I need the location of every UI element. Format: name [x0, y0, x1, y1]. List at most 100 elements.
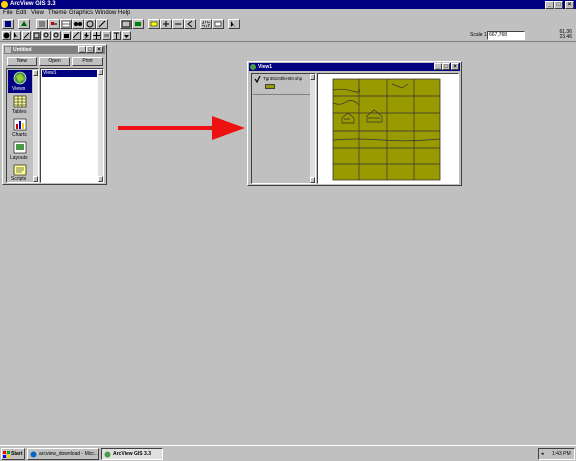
- project-print-button[interactable]: Print: [72, 57, 103, 66]
- taskbar-item-arcview[interactable]: ArcView GIS 3.3: [101, 448, 163, 460]
- pointer-tool[interactable]: [12, 31, 21, 40]
- document-list-item-view1[interactable]: View1: [42, 70, 97, 77]
- add-theme-button[interactable]: [18, 19, 30, 29]
- doc-type-scroll-up[interactable]: [33, 70, 38, 76]
- vertex-edit-tool[interactable]: [22, 31, 31, 40]
- menu-edit[interactable]: Edit: [16, 9, 26, 18]
- maximize-icon[interactable]: □: [554, 1, 563, 9]
- menu-help[interactable]: Help: [118, 9, 130, 18]
- area-of-interest-tool[interactable]: [92, 31, 101, 40]
- label-tool[interactable]: [102, 31, 111, 40]
- view-table-of-contents: Tgr38103lkH00.shp: [251, 73, 316, 184]
- toc-scrollbar[interactable]: [310, 74, 315, 183]
- theme-entry[interactable]: Tgr38103lkH00.shp: [253, 75, 310, 93]
- document-list-scrollbar[interactable]: [98, 69, 103, 182]
- project-minimize-icon[interactable]: _: [78, 46, 86, 53]
- text-icon: [114, 32, 119, 39]
- pan-tool[interactable]: [62, 31, 71, 40]
- help-button[interactable]: [228, 19, 240, 29]
- view-close-icon[interactable]: ×: [451, 63, 459, 70]
- tray-icon[interactable]: ◂: [541, 449, 544, 459]
- project-new-button[interactable]: New: [7, 57, 37, 66]
- menu-window[interactable]: Window: [95, 9, 116, 18]
- query-builder-button[interactable]: [96, 19, 108, 29]
- dropdown-arrow-icon: [124, 35, 129, 38]
- document-list-scroll-up[interactable]: [98, 69, 103, 75]
- add-theme-icon: [21, 21, 27, 26]
- doc-type-layouts[interactable]: Layouts: [8, 140, 32, 162]
- tables-icon: [13, 95, 27, 108]
- doc-type-views[interactable]: Views: [8, 70, 32, 93]
- project-maximize-icon[interactable]: □: [86, 46, 94, 53]
- doc-type-layouts-label: Layouts: [10, 155, 28, 161]
- menu-file[interactable]: File: [3, 9, 13, 18]
- doc-type-scripts[interactable]: Scripts: [8, 163, 32, 183]
- magnify-plus-icon: [43, 32, 49, 38]
- zoom-in-icon: [163, 21, 169, 27]
- select-feature-tool[interactable]: [32, 31, 41, 40]
- project-open-label: Open: [48, 58, 61, 64]
- save-button[interactable]: [2, 19, 14, 29]
- coordinate-readout: 61.36 23.46: [550, 30, 572, 41]
- select-icon: [33, 32, 40, 39]
- minimize-icon[interactable]: _: [545, 1, 554, 9]
- zoom-full-button[interactable]: [120, 19, 132, 29]
- zoom-out-button[interactable]: [172, 19, 184, 29]
- crosshair-icon: [93, 32, 100, 39]
- system-tray: ◂ 1:43 PM: [538, 448, 575, 460]
- menu-view[interactable]: View: [31, 9, 44, 18]
- hotlink-tool[interactable]: [82, 31, 91, 40]
- open-table-button[interactable]: [60, 19, 72, 29]
- doc-type-scroll-down[interactable]: [33, 176, 38, 182]
- document-list-scroll-down[interactable]: [98, 176, 103, 182]
- measure-tool[interactable]: [72, 31, 81, 40]
- start-button[interactable]: Start: [1, 448, 25, 460]
- toc-scroll-up[interactable]: [310, 74, 315, 80]
- arcview-icon: [104, 451, 111, 458]
- close-icon[interactable]: ×: [565, 1, 574, 9]
- map-display[interactable]: [317, 73, 459, 184]
- clear-selection-button[interactable]: [212, 19, 224, 29]
- label-icon: [104, 34, 109, 37]
- zoom-out-icon: [175, 23, 181, 25]
- project-close-icon[interactable]: ×: [95, 46, 103, 53]
- zoom-out-tool[interactable]: [52, 31, 61, 40]
- theme-properties-button[interactable]: [36, 19, 48, 29]
- tool-bar: Scale 1: 667,768 61.36 23.46: [0, 30, 576, 41]
- text-tool[interactable]: [112, 31, 121, 40]
- locate-address-button[interactable]: [84, 19, 96, 29]
- draw-tool-dropdown[interactable]: [122, 31, 131, 40]
- zoom-selected-button[interactable]: [148, 19, 160, 29]
- toolbar-divider: [0, 41, 576, 42]
- view-minimize-icon[interactable]: _: [434, 63, 442, 70]
- doc-type-charts[interactable]: Charts: [8, 117, 32, 139]
- view-window-icon: [250, 64, 256, 70]
- toc-scroll-down[interactable]: [310, 177, 315, 183]
- taskbar-item-browser[interactable]: arcview_download - Micr...: [27, 448, 99, 460]
- view-title: View1: [258, 64, 273, 70]
- zoom-in-tool[interactable]: [42, 31, 51, 40]
- menu-graphics[interactable]: Graphics: [69, 9, 93, 18]
- doc-type-tables[interactable]: Tables: [8, 94, 32, 116]
- browser-icon: [30, 451, 37, 458]
- select-features-button[interactable]: [200, 19, 212, 29]
- view-maximize-icon[interactable]: □: [442, 63, 450, 70]
- doc-type-charts-label: Charts: [12, 132, 27, 138]
- menu-theme[interactable]: Theme: [48, 9, 67, 18]
- view-title-bar: View1 _ □ ×: [249, 63, 460, 71]
- project-new-label: New: [16, 58, 27, 64]
- scale-input[interactable]: 667,768: [487, 31, 525, 40]
- zoom-active-icon: [135, 22, 141, 26]
- find-button[interactable]: [72, 19, 84, 29]
- app-title: ArcView GIS 3.3: [10, 1, 56, 7]
- zoom-active-button[interactable]: [132, 19, 144, 29]
- zoom-previous-button[interactable]: [184, 19, 196, 29]
- project-open-button[interactable]: Open: [39, 57, 70, 66]
- identify-tool[interactable]: [2, 31, 11, 40]
- zoom-in-button[interactable]: [160, 19, 172, 29]
- doc-type-scrollbar[interactable]: [33, 70, 38, 182]
- theme-checkbox-icon[interactable]: [254, 76, 261, 83]
- help-arrow-icon: [231, 21, 235, 27]
- pointer-icon: [14, 32, 18, 38]
- edit-legend-button[interactable]: [48, 19, 60, 29]
